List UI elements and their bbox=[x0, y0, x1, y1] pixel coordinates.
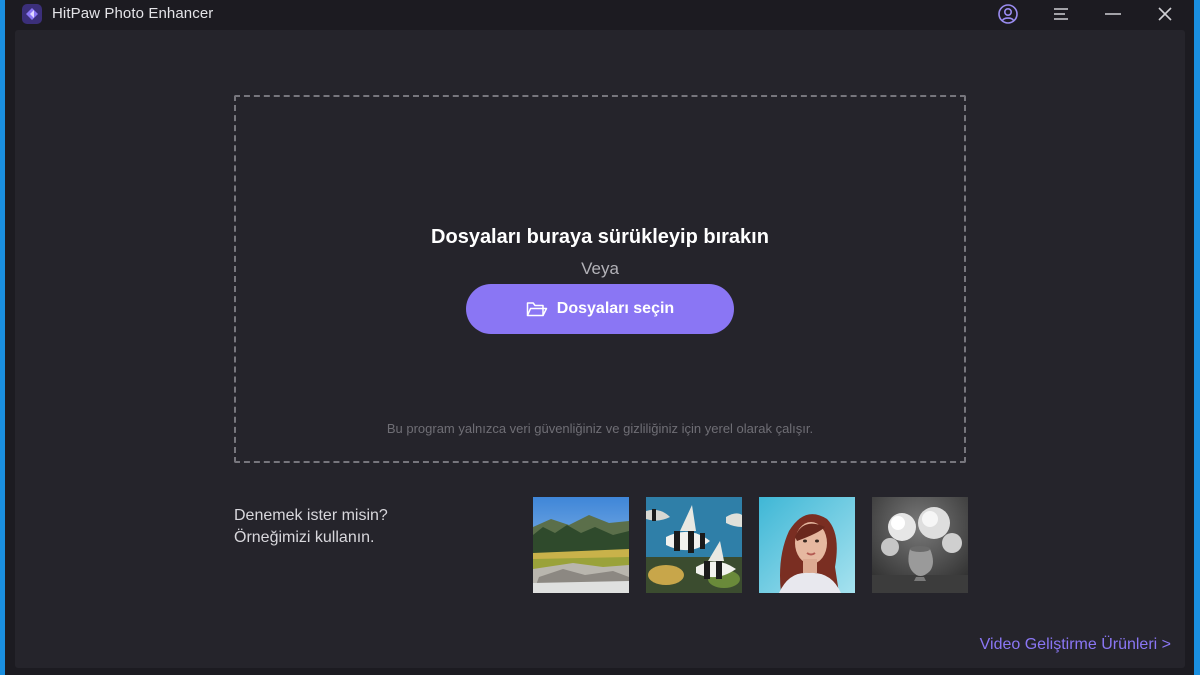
minimize-icon bbox=[1105, 13, 1121, 15]
fish-image bbox=[646, 497, 742, 593]
app-window: HitPaw Photo Enhancer Dosyaları buraya s… bbox=[5, 0, 1194, 675]
privacy-note: Bu program yalnızca veri güvenliğiniz ve… bbox=[386, 421, 814, 436]
flowers-image bbox=[872, 497, 968, 593]
minimize-button[interactable] bbox=[1093, 0, 1133, 28]
menu-button[interactable] bbox=[1041, 0, 1081, 28]
close-icon bbox=[1158, 7, 1172, 21]
sample-prompt-line2: Örneğimizi kullanın. bbox=[234, 529, 375, 546]
select-files-label: Dosyaları seçin bbox=[556, 300, 675, 317]
main-content: Dosyaları buraya sürükleyip bırakın Veya… bbox=[15, 30, 1185, 668]
drop-zone[interactable]: Dosyaları buraya sürükleyip bırakın Veya… bbox=[234, 95, 966, 463]
flowers-sample[interactable] bbox=[872, 497, 968, 593]
account-icon bbox=[998, 4, 1018, 24]
menu-icon bbox=[1054, 8, 1068, 20]
sample-prompt: Denemek ister misin? Örneğimizi kullanın… bbox=[234, 505, 388, 549]
select-files-button[interactable]: Dosyaları seçin bbox=[466, 284, 734, 334]
portrait-image bbox=[759, 497, 855, 593]
drop-heading: Dosyaları buraya sürükleyip bırakın bbox=[431, 226, 769, 248]
video-products-link[interactable]: Video Geliştirme Ürünleri > bbox=[980, 636, 1171, 654]
app-title: HitPaw Photo Enhancer bbox=[52, 5, 214, 22]
landscape-image bbox=[533, 497, 629, 593]
fish-sample[interactable] bbox=[646, 497, 742, 593]
drop-or-text: Veya bbox=[581, 259, 619, 278]
portrait-sample[interactable] bbox=[759, 497, 855, 593]
title-bar[interactable]: HitPaw Photo Enhancer bbox=[5, 0, 1194, 28]
landscape-sample[interactable] bbox=[533, 497, 629, 593]
close-button[interactable] bbox=[1145, 0, 1185, 28]
app-logo-icon bbox=[22, 4, 42, 24]
folder-open-icon bbox=[526, 302, 548, 317]
account-button[interactable] bbox=[988, 0, 1028, 28]
sample-prompt-line1: Denemek ister misin? bbox=[234, 507, 388, 524]
